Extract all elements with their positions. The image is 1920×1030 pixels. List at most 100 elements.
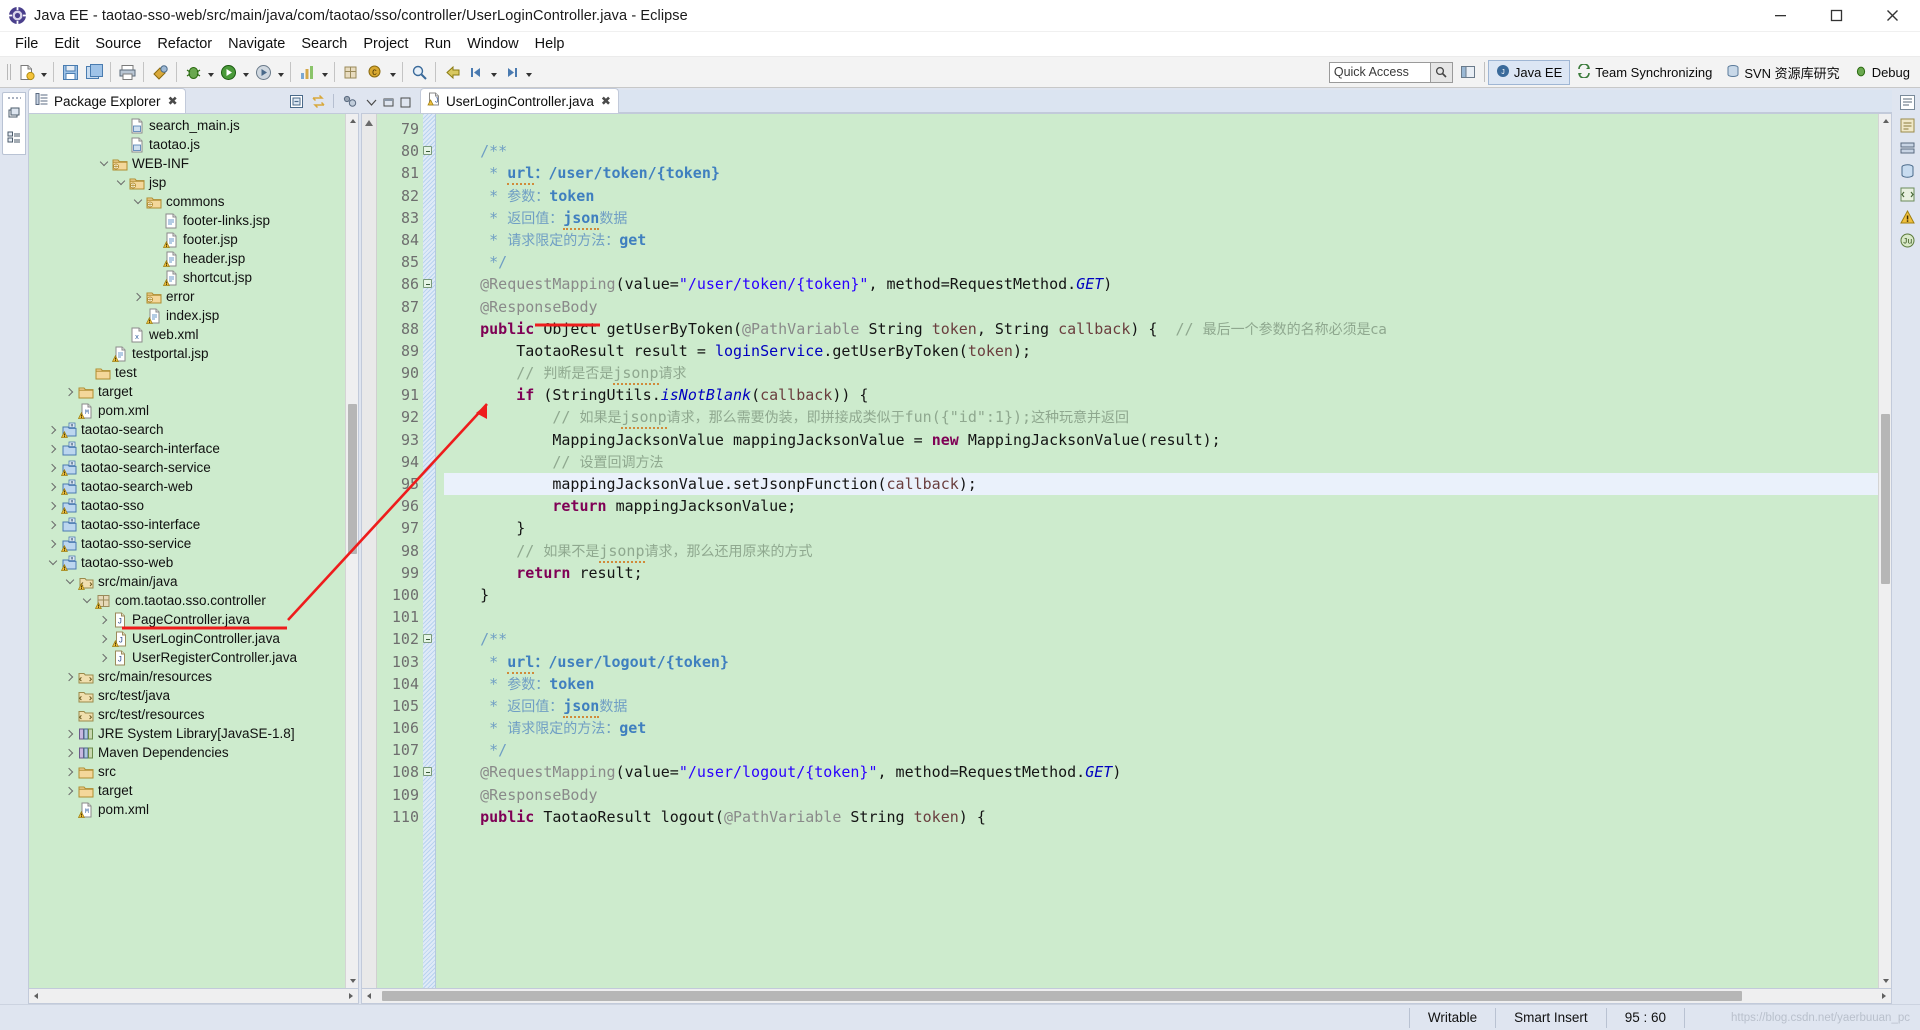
fold-collapse-icon[interactable] [423,146,432,156]
minimize-button[interactable] [1752,0,1808,32]
chevron-down-icon[interactable] [131,192,145,211]
tree-item[interactable]: Mtaotao-sso [29,496,345,515]
package-explorer-horizontal-scrollbar[interactable] [28,989,359,1004]
tree-item[interactable]: J UserRegisterController.java [29,648,345,667]
tree-item[interactable]: commons [29,192,345,211]
fast-view-grip[interactable] [7,96,21,101]
editor-hscroll-thumb[interactable] [382,991,1742,1001]
tree-item[interactable]: footer.jsp [29,230,345,249]
new-class-dropdown-arrow[interactable] [387,60,398,84]
restore-view-icon[interactable] [7,106,21,125]
menu-help[interactable]: Help [527,34,573,54]
debug-icon[interactable] [181,60,205,84]
tree-item[interactable]: Mtaotao-search-web [29,477,345,496]
tree-item[interactable]: Mtaotao-sso-web [29,553,345,572]
fold-collapse-icon[interactable] [423,767,432,777]
code-line[interactable]: } [444,517,1878,539]
perspective-debug[interactable]: Debug [1847,60,1917,85]
chevron-down-icon[interactable] [80,591,94,610]
new-dropdown-arrow[interactable] [38,60,49,84]
chevron-right-icon[interactable] [97,610,111,629]
tree-item[interactable]: Mtaotao-search-interface [29,439,345,458]
code-line[interactable]: * 返回值：json数据 [444,695,1878,718]
tree-item[interactable]: src/test/java [29,686,345,705]
quick-access-search-icon[interactable] [1430,61,1453,83]
run-external-icon[interactable] [251,60,275,84]
chevron-right-icon[interactable] [46,477,60,496]
package-explorer-vertical-scrollbar[interactable] [345,114,358,988]
tree-item[interactable]: footer-links.jsp [29,211,345,230]
tree-item[interactable]: search_main.js [29,116,345,135]
annotation-ruler[interactable] [362,114,377,988]
code-line[interactable] [444,606,1878,628]
code-line[interactable]: * url：/user/logout/{token} [444,651,1878,674]
code-line[interactable]: */ [444,739,1878,761]
tree-item[interactable]: src/main/java [29,572,345,591]
scroll-up-icon[interactable] [346,114,359,128]
chevron-right-icon[interactable] [63,743,77,762]
chevron-right-icon[interactable] [63,382,77,401]
code-line[interactable]: mappingJacksonValue.setJsonpFunction(cal… [444,473,1878,496]
code-line[interactable]: TaotaoResult result = loginService.getUs… [444,340,1878,362]
profile-dropdown-arrow[interactable] [319,60,330,84]
editor-horizontal-scrollbar[interactable] [361,989,1892,1004]
task-list-icon[interactable] [1897,115,1917,135]
snippets-view-icon[interactable] [1897,184,1917,204]
maximize-button[interactable] [1808,0,1864,32]
chevron-right-icon[interactable] [131,287,145,306]
fold-collapse-icon[interactable] [423,279,432,289]
new-class-icon[interactable]: C [363,60,387,84]
package-explorer-scroll-thumb[interactable] [348,404,357,554]
menu-project[interactable]: Project [355,34,416,54]
save-icon[interactable] [58,60,82,84]
chevron-down-icon[interactable] [97,154,111,173]
servers-view-icon[interactable] [1897,138,1917,158]
tree-item[interactable]: Mtaotao-search-service [29,458,345,477]
code-line[interactable]: * 参数：token [444,673,1878,695]
tree-item[interactable]: target [29,781,345,800]
scroll-down-icon[interactable] [346,974,359,988]
editor-vertical-scrollbar[interactable] [1878,114,1891,988]
code-line[interactable]: if (StringUtils.isNotBlank(callback)) { [444,384,1878,406]
tree-item[interactable]: taotao.js [29,135,345,154]
code-line[interactable]: @ResponseBody [444,784,1878,806]
tree-item[interactable]: shortcut.jsp [29,268,345,287]
debug-dropdown-arrow[interactable] [205,60,216,84]
package-explorer-close-icon[interactable]: ✖ [168,94,178,108]
toolbar-grip[interactable] [5,62,12,82]
editor-scroll-left-icon[interactable] [362,990,376,1003]
code-area[interactable]: 79 80 81 82 83 84 85 86 87 88 89 90 91 92 93 94 95 96 97 98… [377,114,1878,988]
tree-item[interactable]: src [29,762,345,781]
code-line[interactable]: return result; [444,562,1878,584]
editor-tab-close-icon[interactable]: ✖ [601,94,611,108]
collapse-all-icon[interactable] [286,91,306,111]
back-dropdown-arrow[interactable] [488,60,499,84]
code-line[interactable]: /** [444,140,1878,162]
outline-view-icon[interactable] [1897,92,1917,112]
tree-item[interactable]: WEB-INF [29,154,345,173]
perspective-team-synchronizing[interactable]: Team Synchronizing [1570,60,1719,85]
editor-maximize-icon[interactable] [399,96,412,109]
build-icon[interactable] [148,60,172,84]
code-line[interactable]: /** [444,628,1878,650]
package-explorer-tree[interactable]: search_main.js taotao.js WEB-INF jsp commons… [29,114,345,988]
problems-view-icon[interactable] [1897,207,1917,227]
code-line[interactable]: * url：/user/token/{token} [444,162,1878,186]
editor-scroll-up-icon[interactable] [1879,114,1892,128]
editor-scroll-thumb[interactable] [1881,414,1890,584]
tab-user-login-controller[interactable]: J UserLoginController.java ✖ [420,88,619,113]
package-explorer-fastview-icon[interactable] [7,130,21,149]
chevron-right-icon[interactable] [63,762,77,781]
code-line[interactable]: // 设置回调方法 [444,451,1878,473]
chevron-right-icon[interactable] [97,648,111,667]
open-perspective-icon[interactable] [1457,60,1481,84]
scroll-right-icon[interactable] [344,990,358,1003]
save-all-icon[interactable] [82,60,106,84]
scroll-left-icon[interactable] [29,990,43,1003]
tree-item[interactable]: testportal.jsp [29,344,345,363]
code-line[interactable]: * 请求限定的方法：get [444,229,1878,251]
code-line[interactable]: @ResponseBody [444,296,1878,318]
tree-item[interactable]: target [29,382,345,401]
menu-window[interactable]: Window [459,34,527,54]
code-line[interactable]: // 如果是jsonp请求，那么需要伪装，即拼接成类似于fun({"id":1}… [444,406,1878,430]
